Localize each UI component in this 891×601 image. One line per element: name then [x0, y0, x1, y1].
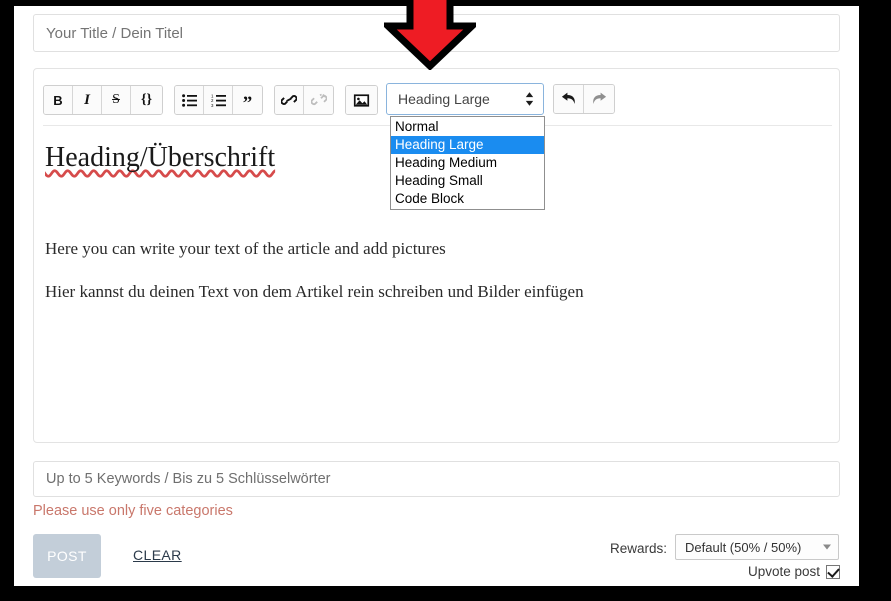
format-option-heading-small[interactable]: Heading Small — [391, 172, 544, 190]
editor-toolbar: B I S {} 1 2 3 ” — [43, 85, 389, 115]
clear-button[interactable]: CLEAR — [133, 547, 182, 563]
format-option-normal[interactable]: Normal — [391, 118, 544, 136]
strikethrough-button[interactable]: S — [102, 86, 131, 114]
undo-button[interactable] — [554, 85, 584, 113]
keywords-input[interactable] — [33, 461, 840, 497]
editor-panel: B I S {} 1 2 3 ” Heading Large Normal He… — [33, 68, 840, 443]
code-braces-icon: {} — [140, 92, 153, 107]
post-button[interactable]: POST — [33, 534, 101, 578]
upvote-post-row: Upvote post — [748, 564, 840, 579]
unlink-button[interactable] — [304, 86, 333, 114]
upvote-post-label: Upvote post — [747, 564, 820, 579]
document-paragraph-1: Here you can write your text of the arti… — [45, 238, 446, 258]
toolbar-group-list-format: 1 2 3 ” — [174, 85, 263, 115]
numbered-list-icon: 1 2 3 — [211, 94, 226, 107]
bullet-list-button[interactable] — [175, 86, 204, 114]
image-button[interactable] — [346, 86, 377, 114]
upvote-post-checkbox[interactable] — [826, 564, 840, 579]
toolbar-group-history — [553, 84, 615, 114]
title-input[interactable] — [33, 14, 840, 52]
strikethrough-icon: S — [112, 92, 120, 107]
redo-button[interactable] — [584, 85, 614, 113]
categories-warning-text: Please use only five categories — [33, 503, 233, 519]
document-heading: Heading/Überschrift — [45, 142, 276, 173]
bold-icon: B — [53, 92, 63, 108]
updown-chevron-icon — [525, 92, 534, 107]
format-option-code-block[interactable]: Code Block — [391, 190, 544, 208]
format-option-heading-medium[interactable]: Heading Medium — [391, 154, 544, 172]
italic-icon: I — [84, 91, 90, 108]
unlink-icon — [310, 93, 327, 106]
toolbar-group-text-format: B I S {} — [43, 85, 163, 115]
rewards-label: Rewards: — [610, 541, 668, 556]
page-frame: B I S {} — [14, 6, 859, 586]
link-button[interactable] — [275, 86, 304, 114]
code-button[interactable]: {} — [131, 86, 162, 114]
chevron-down-icon — [823, 544, 831, 550]
svg-text:3: 3 — [211, 102, 214, 106]
link-icon — [281, 95, 297, 105]
numbered-list-button[interactable]: 1 2 3 — [204, 86, 233, 114]
image-icon — [353, 93, 370, 107]
quote-icon: ” — [242, 93, 253, 114]
redo-arrow-icon — [593, 92, 607, 104]
toolbar-group-media — [345, 85, 378, 115]
format-select-value: Heading Large — [398, 91, 490, 107]
undo-arrow-icon — [561, 92, 575, 104]
format-option-heading-large[interactable]: Heading Large — [391, 136, 544, 154]
rewards-select[interactable]: Default (50% / 50%) — [675, 534, 839, 560]
format-select[interactable]: Heading Large — [386, 83, 544, 115]
format-select-wrapper: Heading Large Normal Heading Large Headi… — [386, 83, 545, 210]
toolbar-group-link — [274, 85, 334, 115]
bold-button[interactable]: B — [44, 86, 73, 114]
document-paragraph-2: Hier kannst du deinen Text von dem Artik… — [45, 282, 584, 302]
blockquote-button[interactable]: ” — [233, 86, 262, 114]
rewards-select-value: Default (50% / 50%) — [685, 539, 802, 555]
format-select-options[interactable]: Normal Heading Large Heading Medium Head… — [390, 116, 545, 210]
italic-button[interactable]: I — [73, 86, 102, 114]
bullet-list-icon — [181, 93, 197, 107]
